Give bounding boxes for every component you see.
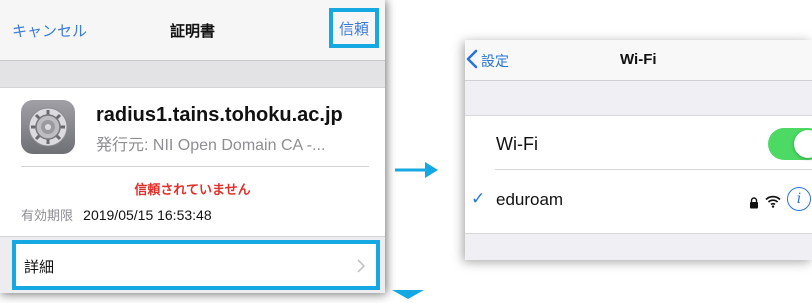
trust-button[interactable]: 信頼	[329, 8, 379, 48]
certificate-screen: キャンセル 証明書 信頼 radius1.tains.tohoku.ac.jp	[0, 0, 385, 293]
arrow-right-icon	[393, 160, 439, 184]
wifi-settings-screen: 設定 Wi-Fi Wi-Fi ✓ eduroam i	[465, 40, 812, 260]
certificate-info-card: radius1.tains.tohoku.ac.jp 発行元: NII Open…	[0, 87, 385, 237]
chevron-right-icon	[357, 258, 366, 277]
toggle-knob	[794, 130, 812, 158]
certificate-nav-bar: キャンセル 証明書 信頼	[0, 0, 385, 61]
details-label: 詳細	[24, 258, 55, 276]
back-label: 設定	[481, 54, 509, 70]
network-name[interactable]: eduroam	[496, 190, 563, 210]
nav-title: Wi-Fi	[620, 51, 657, 68]
lock-icon	[749, 194, 759, 213]
wifi-toggle-label: Wi-Fi	[496, 134, 538, 154]
nav-title: 証明書	[169, 22, 215, 40]
section-spacer	[0, 61, 385, 87]
wifi-settings-group: Wi-Fi ✓ eduroam i	[465, 115, 812, 234]
info-icon[interactable]: i	[787, 187, 811, 211]
arrow-down-icon	[384, 284, 430, 303]
wifi-toggle[interactable]	[768, 128, 812, 160]
certificate-issuer: 発行元: NII Open Domain CA -...	[96, 137, 326, 154]
details-row[interactable]: 詳細	[12, 240, 380, 290]
certificate-name: radius1.tains.tohoku.ac.jp	[96, 104, 343, 126]
expiry-label: 有効期限	[21, 209, 74, 224]
back-button[interactable]: 設定	[465, 49, 509, 73]
not-trusted-status: 信頼されていません	[134, 183, 251, 198]
wifi-signal-icon	[765, 193, 781, 212]
expiry-row: 有効期限 2019/05/15 16:53:48	[21, 205, 212, 224]
checkmark-icon: ✓	[471, 189, 486, 209]
trust-button-label: 信頼	[338, 19, 369, 38]
chevron-left-icon	[465, 49, 479, 73]
settings-gear-icon	[21, 100, 75, 154]
wifi-nav-bar: 設定 Wi-Fi	[465, 40, 812, 81]
expiry-value: 2019/05/15 16:53:48	[83, 207, 212, 223]
divider	[495, 169, 812, 170]
divider	[21, 166, 369, 167]
